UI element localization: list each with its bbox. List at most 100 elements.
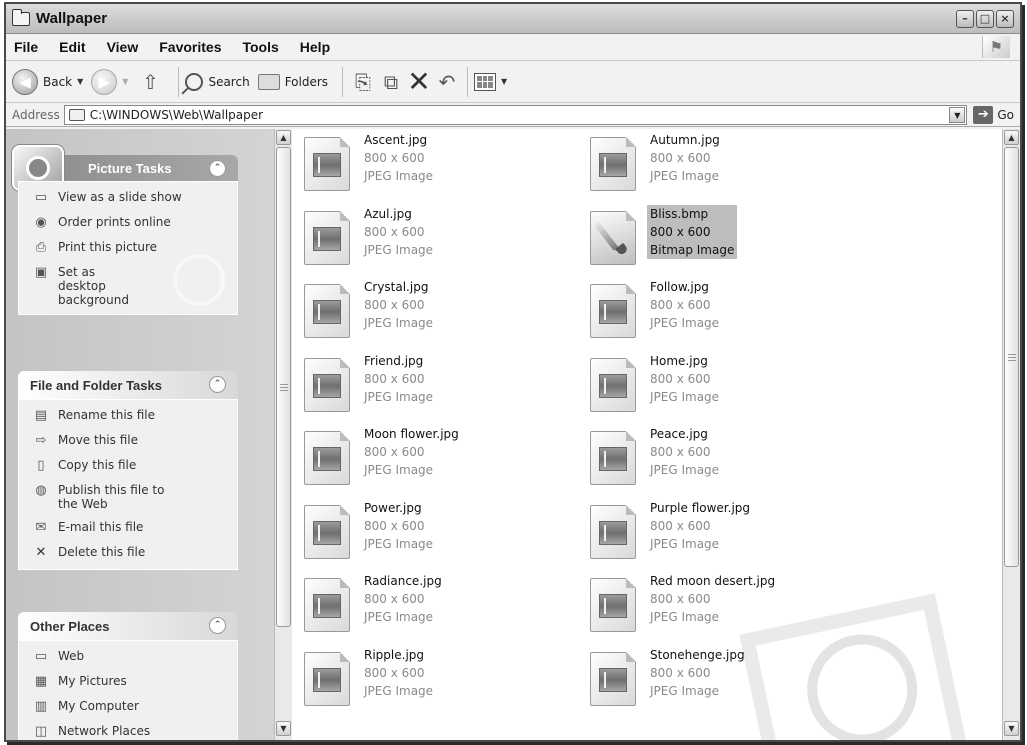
- menu-help[interactable]: Help: [300, 39, 330, 55]
- folder-up-icon: ⇧: [142, 69, 159, 94]
- address-value[interactable]: C:\WINDOWS\Web\Wallpaper: [90, 108, 263, 122]
- collapse-icon[interactable]: ⌃: [209, 160, 226, 177]
- task-label: Set as desktop background: [58, 265, 129, 307]
- file-type: JPEG Image: [364, 389, 434, 404]
- rename-icon: ▤: [34, 408, 48, 423]
- file-item[interactable]: Ascent.jpg 800 x 600 JPEG Image: [304, 131, 433, 191]
- delete-icon[interactable]: ✕: [405, 65, 433, 98]
- file-name: Radiance.jpg: [364, 574, 442, 588]
- move-icon: ⇨: [35, 433, 47, 448]
- task-email-file[interactable]: ✉ E-mail this file: [33, 520, 237, 536]
- views-button[interactable]: ▼: [474, 72, 507, 91]
- task-view-slideshow[interactable]: ▭ View as a slide show: [33, 190, 237, 206]
- place-my-computer[interactable]: ▥ My Computer: [33, 699, 237, 715]
- scroll-thumb[interactable]: [1004, 147, 1019, 567]
- move-to-icon[interactable]: ⎘: [349, 70, 377, 94]
- file-item[interactable]: Autumn.jpg 800 x 600 JPEG Image: [590, 131, 720, 191]
- place-network-places[interactable]: ◫ Network Places: [33, 724, 237, 740]
- task-pane: Picture Tasks ⌃ ▭ View as a slide show ◉…: [6, 129, 274, 740]
- file-list-scrollbar[interactable]: ▲ ▼: [1002, 129, 1020, 740]
- scroll-up-button[interactable]: ▲: [276, 130, 291, 145]
- file-item[interactable]: Moon flower.jpg 800 x 600 JPEG Image: [304, 425, 459, 485]
- task-order-prints[interactable]: ◉ Order prints online: [33, 215, 237, 231]
- task-label: Move this file: [58, 433, 138, 447]
- address-dropdown-button[interactable]: ▼: [949, 106, 966, 123]
- folder-icon: ▭: [34, 649, 48, 664]
- copy-to-icon[interactable]: ⧉: [377, 70, 405, 94]
- search-label: Search: [208, 74, 250, 89]
- picture-tasks-header[interactable]: Picture Tasks ⌃: [12, 145, 238, 191]
- file-item[interactable]: Crystal.jpg 800 x 600 JPEG Image: [304, 278, 433, 338]
- jpeg-file-icon: [304, 137, 350, 191]
- up-button[interactable]: ⇧: [136, 70, 164, 94]
- address-bar: Address C:\WINDOWS\Web\Wallpaper ▼ ➔ Go: [6, 103, 1020, 127]
- forward-button[interactable]: ▶ ▼: [91, 68, 128, 95]
- file-item[interactable]: Follow.jpg 800 x 600 JPEG Image: [590, 278, 719, 338]
- maximize-button[interactable]: □: [976, 9, 994, 28]
- scroll-down-button[interactable]: ▼: [1004, 721, 1019, 736]
- folders-label: Folders: [284, 74, 329, 89]
- task-label: Rename this file: [58, 408, 156, 422]
- menu-tools[interactable]: Tools: [242, 39, 278, 55]
- file-item[interactable]: Friend.jpg 800 x 600 JPEG Image: [304, 352, 433, 412]
- file-item[interactable]: Ripple.jpg 800 x 600 JPEG Image: [304, 646, 433, 706]
- task-print-picture[interactable]: ⎙ Print this picture: [33, 240, 237, 256]
- place-label: My Pictures: [58, 674, 127, 688]
- forward-dropdown-icon[interactable]: ▼: [122, 77, 128, 86]
- task-pane-scrollbar[interactable]: ▲ ▼: [274, 129, 292, 740]
- title-bar[interactable]: Wallpaper – □ ×: [6, 4, 1020, 34]
- email-icon: ✉: [35, 520, 47, 535]
- file-dimensions: 800 x 600: [650, 151, 711, 165]
- file-dimensions: 800 x 600: [650, 592, 711, 606]
- file-item[interactable]: Peace.jpg 800 x 600 JPEG Image: [590, 425, 719, 485]
- search-icon: [185, 72, 204, 91]
- task-copy-file[interactable]: ▯ Copy this file: [33, 458, 237, 474]
- back-button[interactable]: ◀ Back ▼: [12, 68, 83, 95]
- file-item[interactable]: Radiance.jpg 800 x 600 JPEG Image: [304, 572, 442, 632]
- file-dimensions: 800 x 600: [650, 665, 711, 680]
- go-button[interactable]: ➔ Go: [973, 105, 1014, 124]
- file-details: Friend.jpg 800 x 600 JPEG Image: [364, 352, 433, 406]
- file-item[interactable]: Purple flower.jpg 800 x 600 JPEG Image: [590, 499, 750, 559]
- menu-favorites[interactable]: Favorites: [159, 39, 221, 55]
- file-item[interactable]: Bliss.bmp 800 x 600 Bitmap Image: [590, 204, 738, 265]
- close-button[interactable]: ×: [996, 9, 1014, 28]
- file-dimensions: 800 x 600: [364, 371, 425, 386]
- collapse-icon[interactable]: ⌃: [209, 376, 226, 393]
- file-dimensions: 800 x 600: [650, 224, 711, 239]
- file-item[interactable]: Home.jpg 800 x 600 JPEG Image: [590, 352, 719, 412]
- file-name: Follow.jpg: [650, 280, 709, 294]
- scroll-thumb[interactable]: [276, 147, 291, 627]
- scroll-up-button[interactable]: ▲: [1004, 130, 1019, 145]
- file-name: Friend.jpg: [364, 353, 424, 368]
- task-publish-web[interactable]: ◍ Publish this file to the Web: [33, 483, 183, 511]
- jpeg-file-icon: [304, 284, 350, 338]
- task-rename-file[interactable]: ▤ Rename this file: [33, 408, 237, 424]
- other-places-header[interactable]: Other Places ⌃: [18, 612, 238, 640]
- scroll-down-button[interactable]: ▼: [276, 721, 291, 736]
- place-web[interactable]: ▭ Web: [33, 649, 237, 665]
- address-field[interactable]: C:\WINDOWS\Web\Wallpaper ▼: [63, 104, 968, 125]
- file-item[interactable]: Power.jpg 800 x 600 JPEG Image: [304, 499, 433, 559]
- task-delete-file[interactable]: ✕ Delete this file: [33, 545, 237, 561]
- file-item[interactable]: Azul.jpg 800 x 600 JPEG Image: [304, 205, 433, 265]
- back-dropdown-icon[interactable]: ▼: [77, 77, 83, 86]
- search-button[interactable]: Search: [185, 72, 250, 91]
- task-move-file[interactable]: ⇨ Move this file: [33, 433, 237, 449]
- file-name: Peace.jpg: [650, 427, 708, 441]
- place-my-pictures[interactable]: ▦ My Pictures: [33, 674, 237, 690]
- menu-view[interactable]: View: [107, 39, 139, 55]
- menu-edit[interactable]: Edit: [59, 39, 85, 55]
- folders-button[interactable]: Folders: [257, 73, 329, 90]
- minimize-button[interactable]: –: [956, 9, 974, 28]
- task-set-desktop-background[interactable]: ▣ Set as desktop background: [33, 265, 143, 307]
- collapse-icon[interactable]: ⌃: [209, 617, 226, 634]
- file-folder-tasks-header[interactable]: File and Folder Tasks ⌃: [18, 371, 238, 399]
- undo-icon[interactable]: ↶: [433, 70, 461, 94]
- go-arrow-icon: ➔: [973, 105, 994, 124]
- file-item[interactable]: Red moon desert.jpg 800 x 600 JPEG Image: [590, 572, 775, 632]
- file-dimensions: 800 x 600: [650, 298, 711, 312]
- menu-file[interactable]: File: [14, 39, 38, 55]
- computer-icon: ▥: [34, 699, 48, 714]
- file-item[interactable]: Stonehenge.jpg 800 x 600 JPEG Image: [590, 646, 745, 706]
